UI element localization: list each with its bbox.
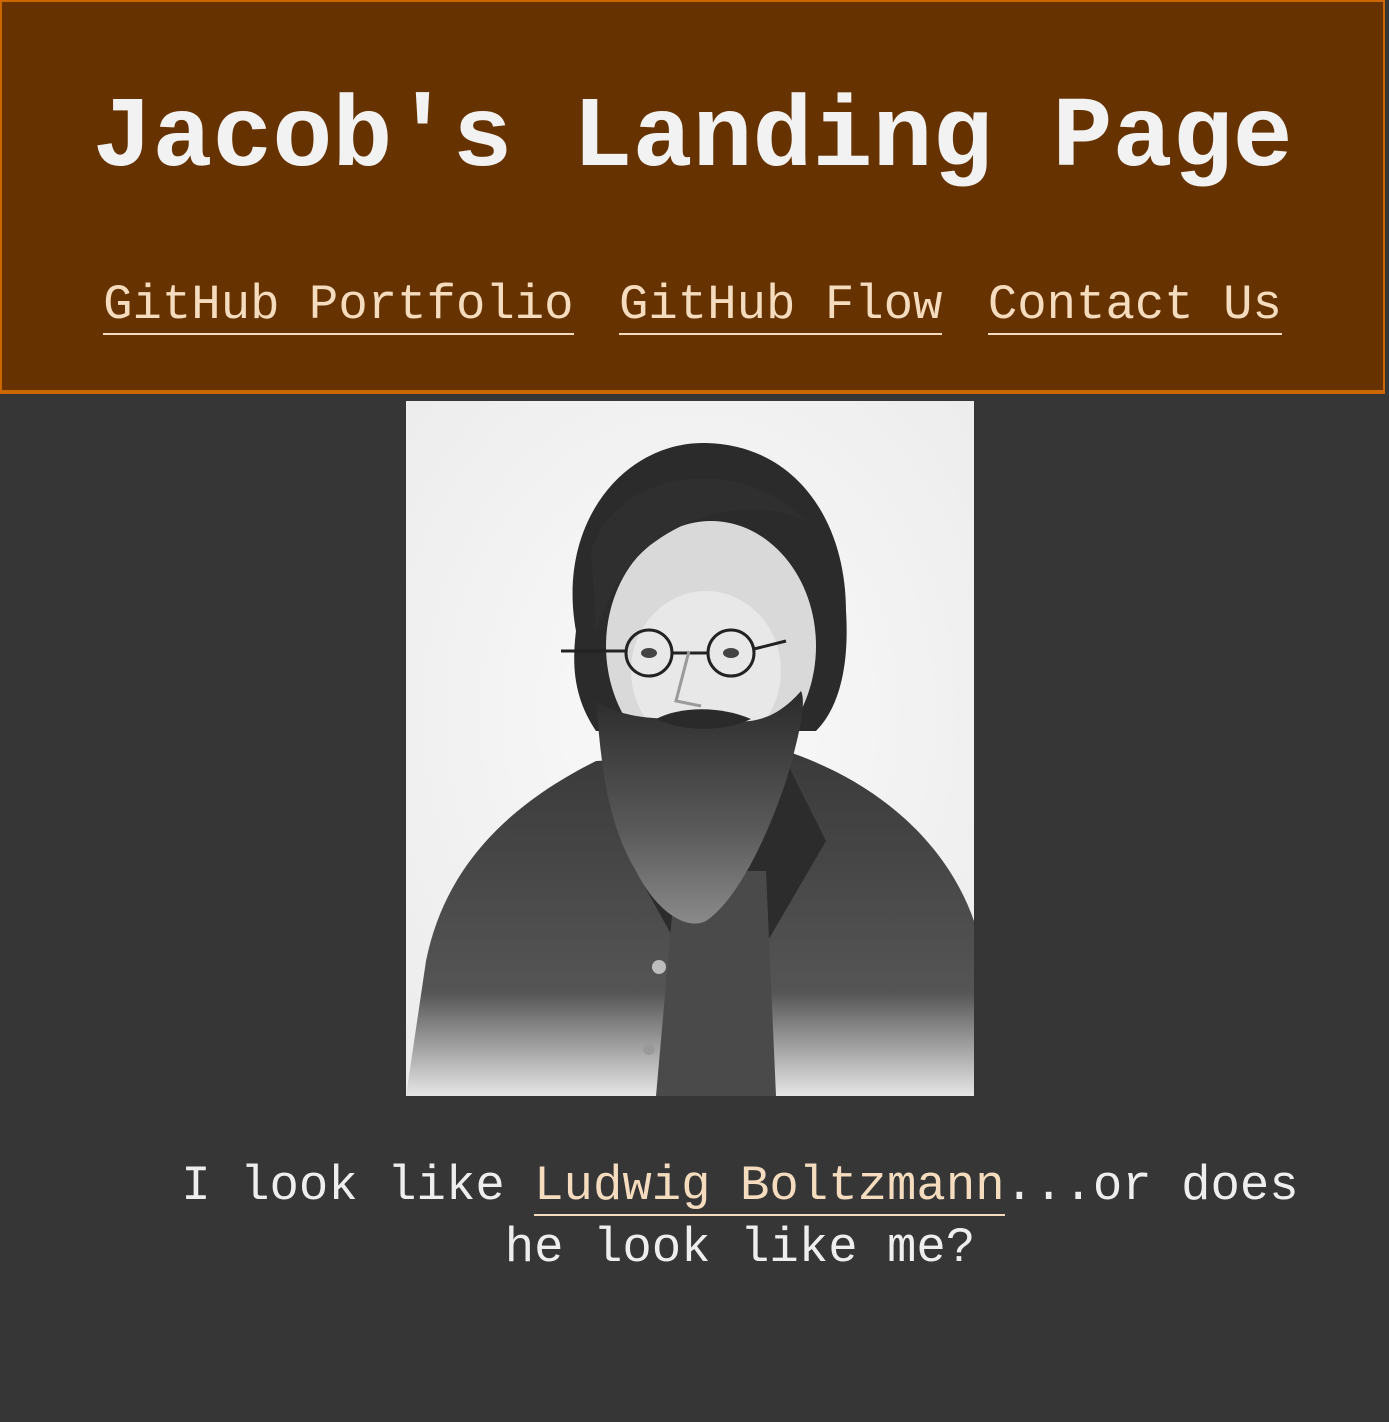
nav-link-github-flow[interactable]: GitHub Flow: [618, 277, 943, 335]
nav-link-github-portfolio[interactable]: GitHub Portfolio: [103, 277, 574, 335]
page-title: Jacob's Landing Page: [92, 83, 1293, 196]
nav-link-contact-us[interactable]: Contact Us: [987, 277, 1282, 335]
site-header: Jacob's Landing Page GitHub Portfolio Gi…: [0, 0, 1385, 394]
main-nav: GitHub Portfolio GitHub Flow Contact Us: [2, 274, 1383, 336]
portrait-image: [406, 401, 974, 1096]
boltzmann-link[interactable]: Ludwig Boltzmann: [534, 1158, 1005, 1216]
portrait-photo-icon: [406, 401, 974, 1096]
caption-prefix: I look like: [181, 1158, 535, 1214]
caption-text: I look like Ludwig Boltzmann...or does h…: [140, 1155, 1340, 1279]
